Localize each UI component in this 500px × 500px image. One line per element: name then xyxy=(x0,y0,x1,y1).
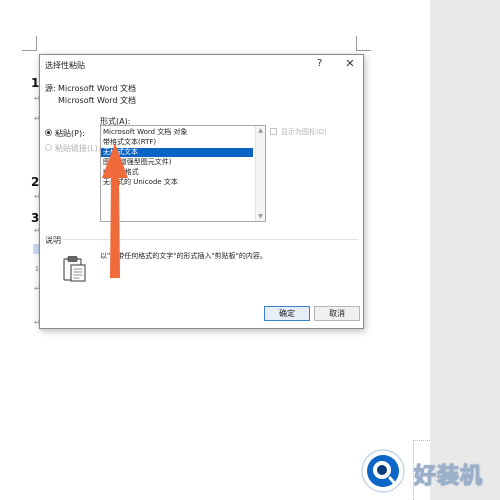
format-option-selected[interactable]: 无格式文本 xyxy=(101,148,253,157)
scroll-down-icon[interactable]: ▼ xyxy=(256,213,265,220)
margin-corner-mark xyxy=(356,36,371,51)
description-label: 说明 xyxy=(45,236,61,245)
format-option[interactable]: 图片(增强型图元文件) xyxy=(101,158,253,167)
description-divider xyxy=(45,239,358,240)
help-button[interactable]: ? xyxy=(317,58,322,69)
side-gray-panel xyxy=(430,0,500,500)
format-option[interactable]: Microsoft Word 文档 对象 xyxy=(101,128,253,137)
dialog-title: 选择性粘贴 xyxy=(45,61,85,70)
paste-radio-label[interactable]: 粘贴(P): xyxy=(55,128,85,139)
watermark-text: 好装机 xyxy=(413,464,484,490)
source-value: Microsoft Word 文档 xyxy=(58,84,137,93)
scroll-up-icon[interactable]: ▲ xyxy=(256,127,265,134)
listbox-scrollbar[interactable]: ▲ ▼ xyxy=(255,126,265,221)
paste-radio[interactable] xyxy=(45,129,52,136)
description-text: 以"不带任何格式的文字"的形式插入"剪贴板"的内容。 xyxy=(100,252,267,260)
margin-corner-mark xyxy=(22,36,37,51)
paste-link-radio-label[interactable]: 粘贴链接(L): xyxy=(55,143,100,154)
page-guide-line xyxy=(413,440,430,441)
show-as-icon-checkbox[interactable] xyxy=(270,128,277,135)
format-option[interactable]: HTML 格式 xyxy=(101,168,253,177)
format-listbox[interactable]: Microsoft Word 文档 对象 带格式文本(RTF) 无格式文本 图片… xyxy=(100,125,266,222)
format-option[interactable]: 无格式的 Unicode 文本 xyxy=(101,178,253,187)
close-icon[interactable]: ✕ xyxy=(343,57,357,71)
paste-special-dialog: 选择性粘贴 ? ✕ 源: Microsoft Word 文档 Microsoft… xyxy=(39,54,364,329)
clipboard-icon xyxy=(63,256,86,282)
cancel-button[interactable]: 取消 xyxy=(314,306,360,321)
source-label: 源: xyxy=(45,84,56,93)
format-option[interactable]: 带格式文本(RTF) xyxy=(101,138,253,147)
paste-link-radio[interactable] xyxy=(45,144,52,151)
ok-button[interactable]: 确定 xyxy=(264,306,310,321)
source-value: Microsoft Word 文档 xyxy=(58,96,137,105)
show-as-icon-label[interactable]: 显示为图标(D) xyxy=(281,127,327,137)
watermark-logo-icon xyxy=(361,449,405,493)
